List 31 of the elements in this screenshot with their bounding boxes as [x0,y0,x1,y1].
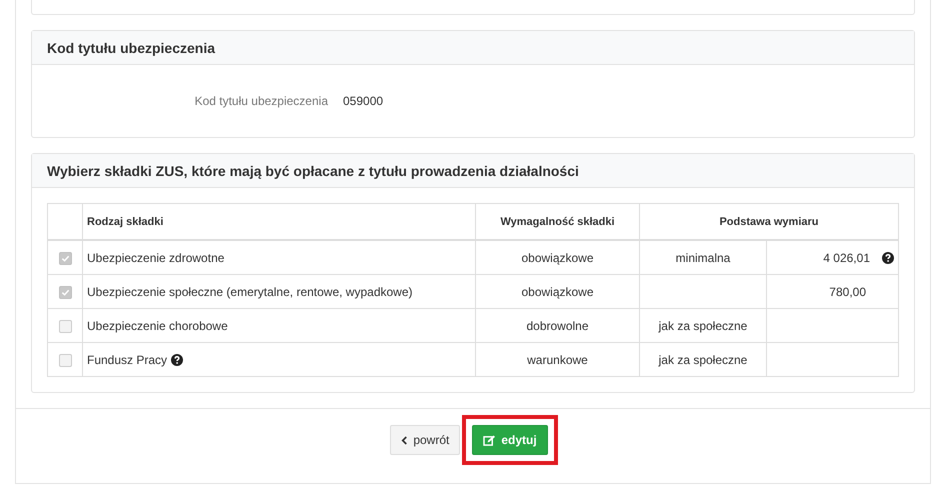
table-cell: obowiązkowe [476,240,640,274]
table-cell: jak za społeczne [658,318,748,332]
table-cell: dobrowolne [476,308,640,342]
table-cell: Ubezpieczenie społeczne (emerytalne, rentowe, wypadkowe) [87,284,412,299]
check-icon [60,288,70,297]
panel-title: Wybierz składki ZUS, które mają być opłacane z tytułu prowadzenia działalności [47,162,579,178]
checkbox[interactable] [58,354,72,367]
table-cell: warunkowe [476,342,640,376]
help-icon[interactable] [882,252,894,264]
chevron-left-icon [401,436,408,444]
table-cell: jak za społeczne [658,352,748,366]
table-cell: obowiązkowe [476,274,640,308]
table-cell: 4 026,01 [823,250,870,264]
help-icon[interactable] [171,354,184,366]
table-cell: Fundusz Pracy [87,352,168,367]
edit-icon [483,434,496,446]
column-header: Wymagalność składki [476,204,640,240]
checkbox[interactable] [58,286,72,299]
panel-title: Kod tytułu ubezpieczenia [47,40,216,56]
check-icon [60,254,70,263]
table-cell: Ubezpieczenie chorobowe [87,318,228,333]
back-button[interactable]: powrót [390,425,460,455]
column-header: Podstawa wymiaru [640,204,898,240]
field-value: 059000 [343,94,384,108]
table-cell: 780,00 [829,284,866,298]
table-cell: minimalna [676,250,730,264]
column-header: Rodzaj składki [82,204,476,240]
field-label: Kod tytułu ubezpieczenia [194,94,328,108]
checkbox[interactable] [58,252,72,265]
table-cell: Ubezpieczenie zdrowotne [87,250,224,265]
checkbox[interactable] [58,320,72,333]
